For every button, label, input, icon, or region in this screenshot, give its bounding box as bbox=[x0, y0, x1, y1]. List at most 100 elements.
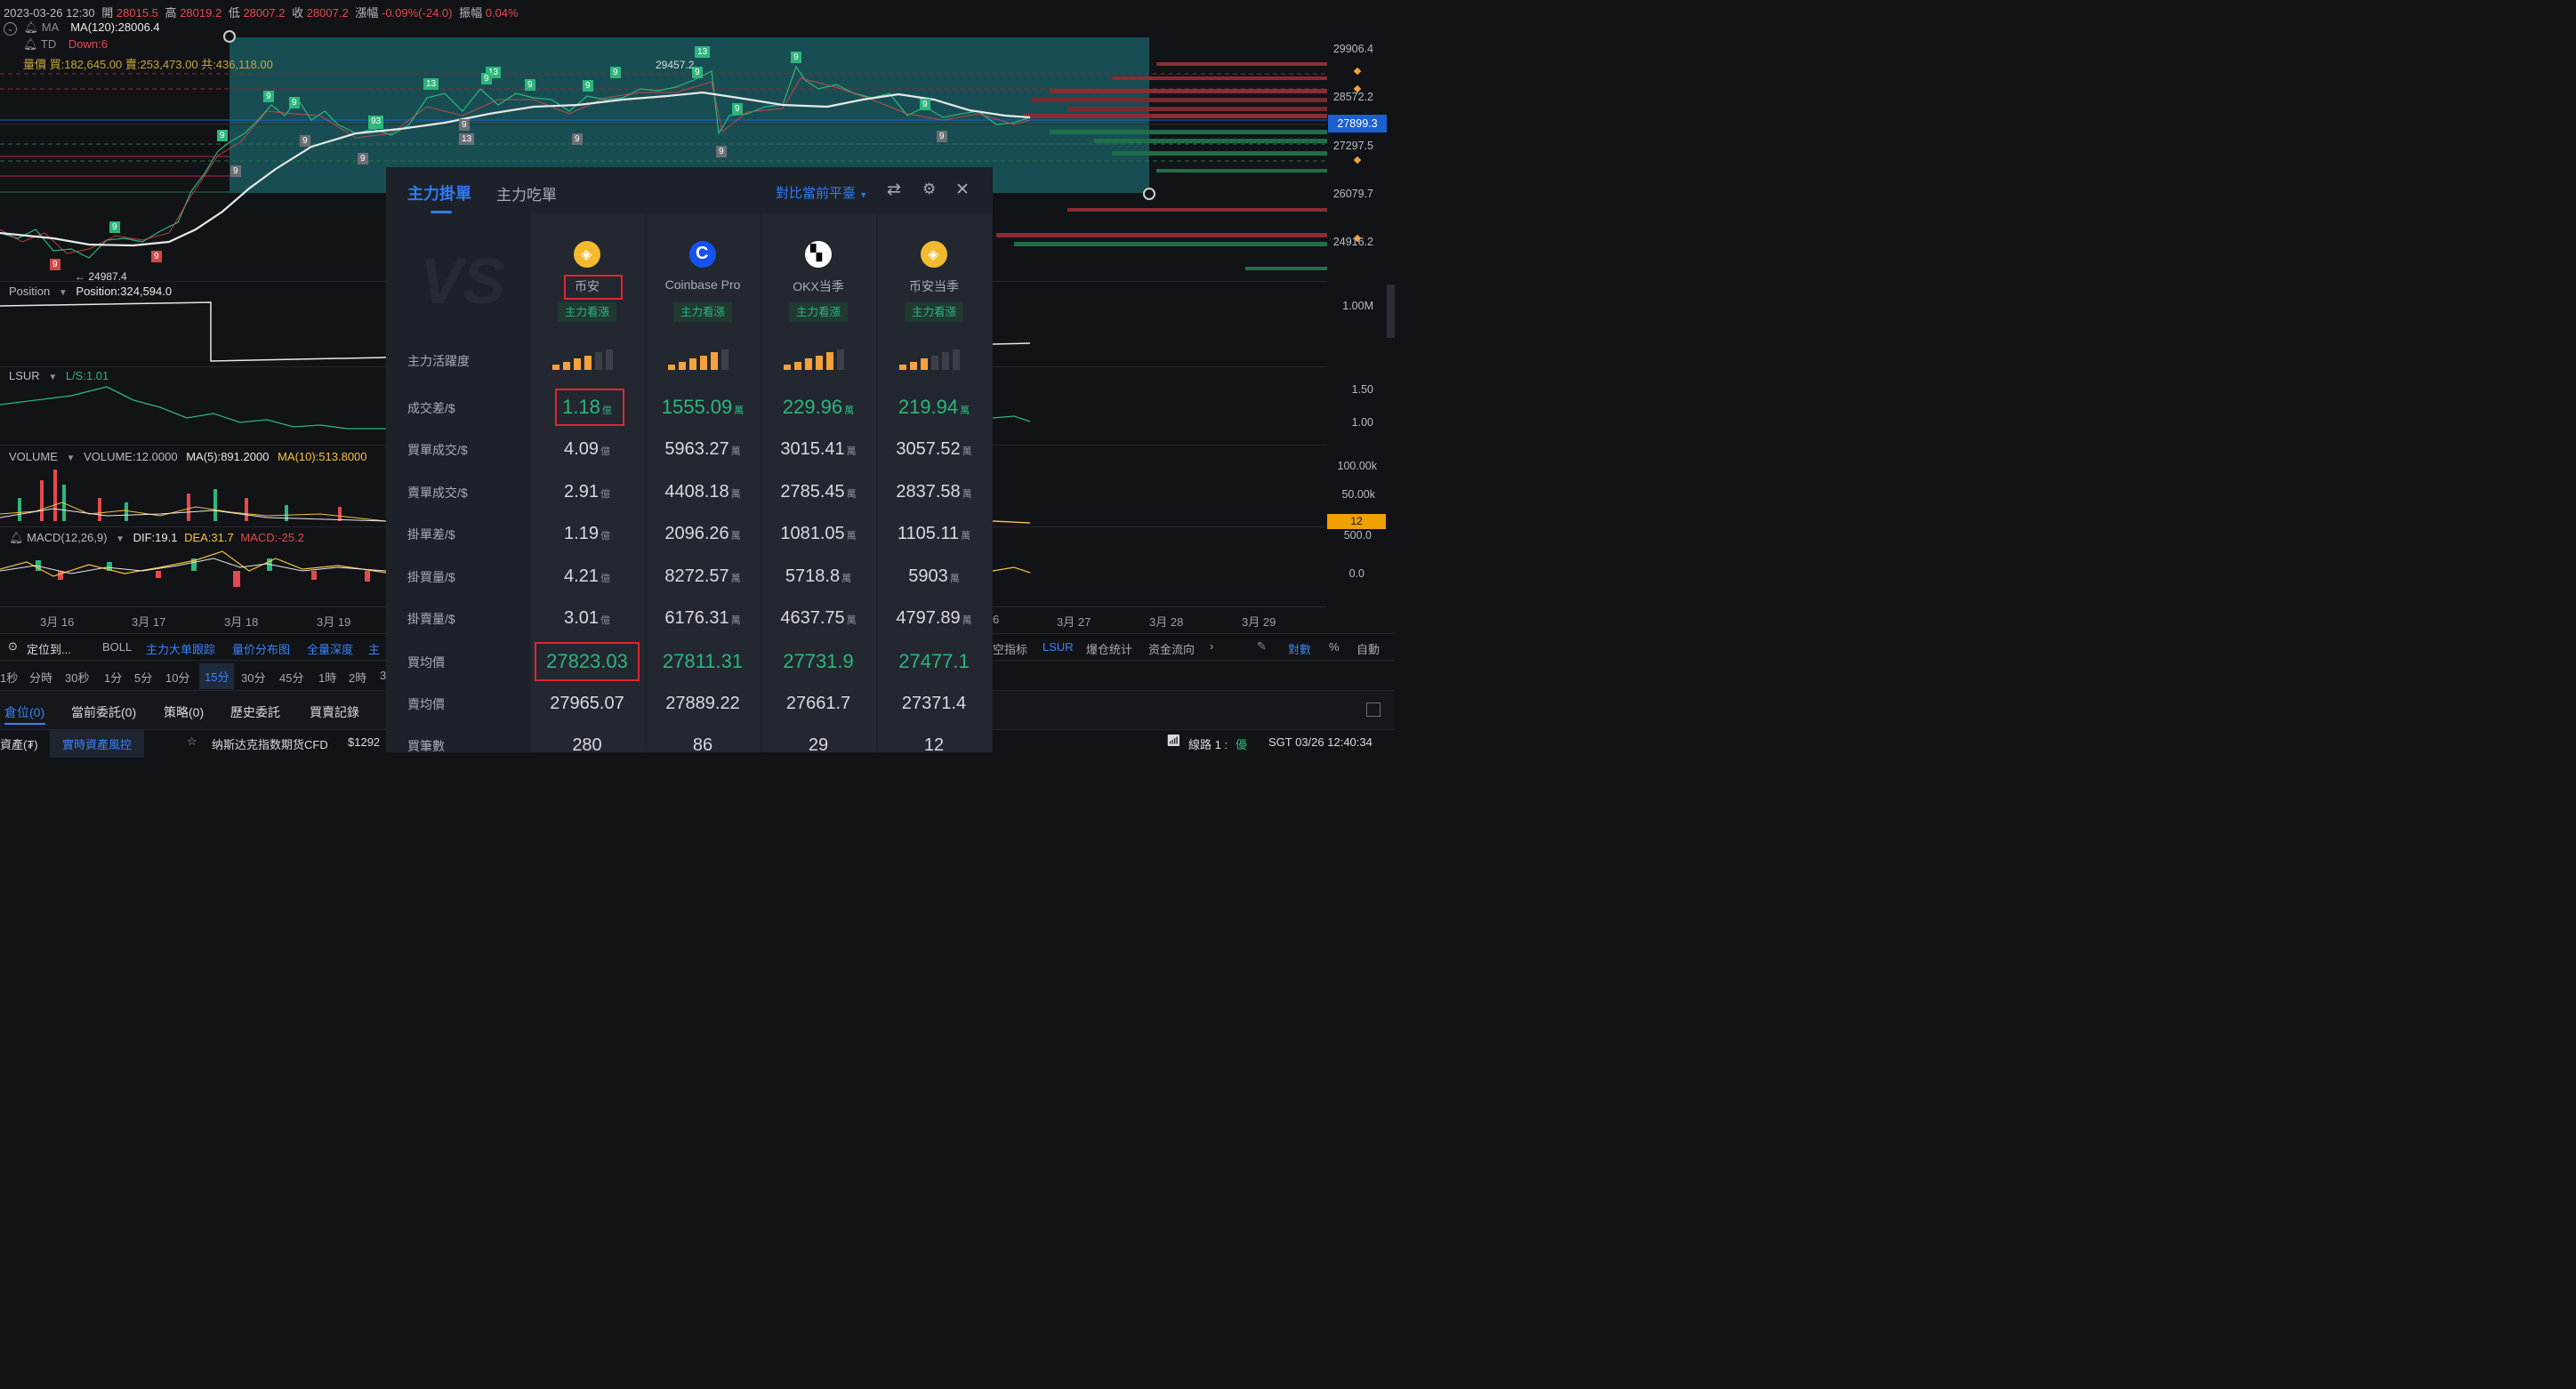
value-cell: 27731.9 bbox=[783, 650, 854, 672]
indicator-volume-profile[interactable]: 量价分布图 bbox=[232, 640, 290, 657]
activity-bar bbox=[921, 358, 928, 370]
vs-watermark: VS bbox=[420, 246, 506, 317]
chevron-down-icon[interactable]: ▼ bbox=[116, 534, 125, 544]
indicator-more[interactable]: 主 bbox=[368, 640, 380, 657]
interval-1h[interactable]: 1時 bbox=[318, 669, 336, 686]
change-label: 漲幅 bbox=[355, 6, 379, 20]
status-badge: 主力看漲 bbox=[905, 302, 963, 322]
time-axis-label: 3月 17 bbox=[132, 615, 166, 629]
td-mark: 9 bbox=[481, 73, 492, 84]
side-collapse-handle[interactable] bbox=[1387, 285, 1395, 338]
interval-2h[interactable]: 2時 bbox=[349, 669, 366, 686]
tab-open-orders[interactable]: 當前委託(0) bbox=[71, 703, 136, 721]
chevron-down-icon: ▼ bbox=[859, 190, 868, 199]
volume-pane-label[interactable]: VOLUME ▼ VOLUME:12.0000 MA(5):891.2000 M… bbox=[9, 450, 367, 463]
chevron-down-icon[interactable]: ▼ bbox=[67, 454, 76, 463]
risk-control-button[interactable]: 實時資產風控 bbox=[50, 730, 145, 758]
value-cell: 27965.07 bbox=[550, 694, 624, 713]
bell-icon[interactable]: 🔔︎ bbox=[9, 531, 24, 544]
swap-icon[interactable]: ⇄ bbox=[887, 180, 901, 200]
amp-value: 0.04% bbox=[485, 6, 519, 20]
td-mark: 9 bbox=[920, 99, 930, 110]
position-value: Position:324,594.0 bbox=[76, 285, 173, 298]
interval-1s[interactable]: 1秒 bbox=[0, 669, 18, 686]
interval-5m[interactable]: 5分 bbox=[134, 669, 152, 686]
expand-icon[interactable] bbox=[1366, 703, 1381, 717]
tab-strategies[interactable]: 策略(0) bbox=[164, 703, 204, 721]
macd-pane-label[interactable]: 🔔︎ MACD(12,26,9) ▼ DIF:19.1 DEA:31.7 MAC… bbox=[9, 531, 304, 545]
interval-30s[interactable]: 30秒 bbox=[65, 669, 89, 686]
interval-timeline[interactable]: 分時 bbox=[29, 669, 52, 686]
bell-icon[interactable]: 🔔︎ bbox=[24, 20, 39, 34]
lsur-axis-label: 1.50 bbox=[1351, 383, 1373, 396]
value-cell: 2837.58 萬 bbox=[896, 482, 972, 502]
indicator-liquidation[interactable]: 爆仓统计 bbox=[1086, 640, 1132, 657]
tab-order-history[interactable]: 歷史委託 bbox=[230, 703, 280, 721]
volume-bars bbox=[18, 470, 342, 521]
locate-button[interactable]: 定位到... bbox=[27, 640, 71, 657]
tab-trade-records[interactable]: 買賣記錄 bbox=[310, 703, 359, 721]
tab-main-orders[interactable]: 主力掛單 bbox=[407, 181, 471, 205]
value-cell: 4408.18 萬 bbox=[664, 482, 741, 502]
interval-10m[interactable]: 10分 bbox=[165, 669, 189, 686]
auto-scale-toggle[interactable]: 自動 bbox=[1356, 640, 1380, 657]
td-mark: 9 bbox=[109, 221, 120, 233]
value-cell: 3057.52 萬 bbox=[896, 439, 972, 459]
indicator-main-order-track[interactable]: 主力大单跟踪 bbox=[146, 640, 215, 657]
activity-bar bbox=[953, 349, 960, 370]
activity-bar bbox=[711, 352, 718, 370]
lsur-axis-label: 1.00 bbox=[1351, 416, 1373, 429]
clock-text: SGT 03/26 12:40:34 bbox=[1268, 735, 1373, 749]
chevron-right-icon[interactable]: › bbox=[1210, 639, 1213, 653]
locate-icon[interactable]: ⊙ bbox=[8, 639, 18, 654]
low-value: 28007.2 bbox=[243, 6, 286, 20]
indicator-boll[interactable]: BOLL bbox=[102, 640, 132, 654]
close-icon[interactable]: ✕ bbox=[955, 180, 970, 200]
bell-icon[interactable]: 🔔︎ bbox=[23, 37, 38, 51]
tab-positions[interactable]: 倉位(0) bbox=[4, 703, 44, 721]
compare-platform-dropdown[interactable]: 對比當前平臺 ▼ bbox=[776, 183, 867, 202]
position-name: Position bbox=[9, 285, 51, 298]
activity-bar bbox=[689, 358, 696, 370]
percent-scale-toggle[interactable]: % bbox=[1329, 640, 1340, 654]
interval-1m[interactable]: 1分 bbox=[104, 669, 122, 686]
indicator-lsur[interactable]: LSUR bbox=[1042, 640, 1074, 654]
ticker-name[interactable]: 纳斯达克指数期货CFD bbox=[212, 735, 328, 752]
collapse-icon[interactable]: ⌄ bbox=[4, 22, 17, 36]
chevron-down-icon[interactable]: ▼ bbox=[59, 288, 68, 298]
volume-current-tag: 12 bbox=[1327, 514, 1386, 529]
close-label: 收 bbox=[292, 6, 304, 20]
activity-bar bbox=[816, 355, 823, 370]
log-scale-toggle[interactable]: 對數 bbox=[1288, 640, 1311, 657]
indicator-empty[interactable]: 空指标 bbox=[993, 640, 1027, 657]
settings-icon[interactable]: ⚙ bbox=[922, 181, 936, 198]
tab-underline bbox=[431, 211, 452, 213]
tab-main-takes[interactable]: 主力吃單 bbox=[496, 182, 557, 205]
chevron-down-icon[interactable]: ▼ bbox=[48, 373, 57, 382]
lsur-pane-label[interactable]: LSUR ▼ L/S:1.01 bbox=[9, 369, 109, 382]
value-cell: 3015.41 萬 bbox=[780, 439, 857, 459]
lsur-name: LSUR bbox=[9, 369, 40, 382]
exchange-name: Coinbase Pro bbox=[664, 277, 741, 292]
macd-axis-label: 0.0 bbox=[1348, 567, 1364, 580]
td-mark: 9 bbox=[732, 103, 743, 115]
indicator-fund-flow[interactable]: 资金流向 bbox=[1148, 640, 1195, 657]
value-cell: 27371.4 bbox=[901, 694, 967, 713]
interval-15m[interactable]: 15分 bbox=[199, 663, 235, 689]
line-label[interactable]: 線路 1 : bbox=[1188, 735, 1228, 752]
edit-icon[interactable]: ✎ bbox=[1257, 639, 1267, 654]
interval-45m[interactable]: 45分 bbox=[279, 669, 303, 686]
volume-price-row: 量價 買:182,645.00 賣:253,473.00 共:436,118.0… bbox=[23, 55, 273, 72]
main-orders-panel: 主力掛單 主力吃單 對比當前平臺 ▼ ⇄ ⚙ ✕ VS ◈ C ▚ ◈ 币安 C… bbox=[386, 167, 993, 755]
interval-30m[interactable]: 30分 bbox=[241, 669, 265, 686]
ticker-price: $1292 bbox=[348, 735, 381, 749]
row-label: 掛賣量/$ bbox=[407, 612, 455, 626]
volume-ma5: MA(5):891.2000 bbox=[186, 450, 270, 463]
low-label: 低 bbox=[228, 6, 240, 20]
position-pane-label[interactable]: Position ▼ Position:324,594.0 bbox=[9, 285, 172, 298]
pin-icon[interactable]: ☆ bbox=[187, 735, 197, 749]
indicator-full-depth[interactable]: 全量深度 bbox=[307, 640, 353, 657]
row-label: 買單成交/$ bbox=[407, 443, 468, 457]
activity-bar bbox=[552, 365, 559, 370]
value-cell: 4637.75 萬 bbox=[780, 608, 857, 628]
